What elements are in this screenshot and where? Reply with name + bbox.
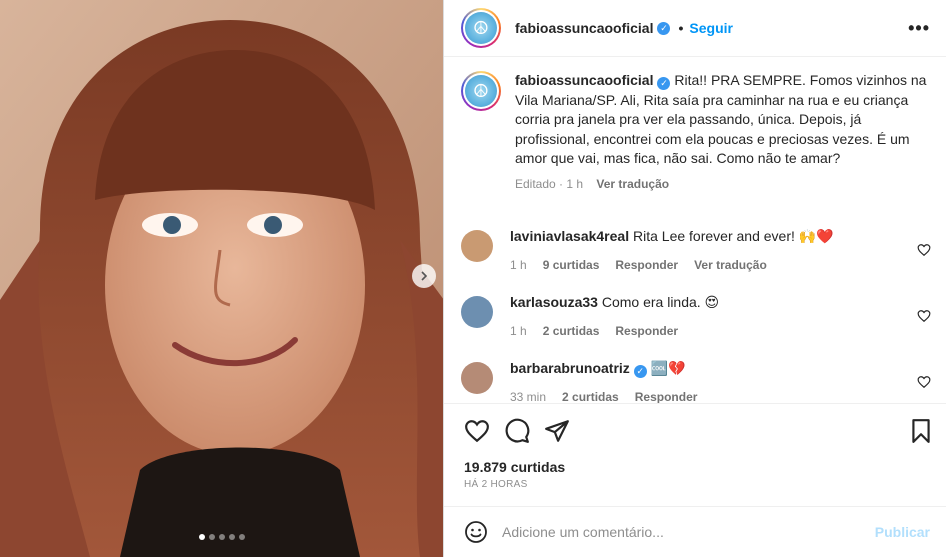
comment-item: laviniavlasak4real Rita Lee forever and …	[461, 227, 931, 275]
avatar[interactable]	[461, 362, 493, 394]
like-comment-heart-icon[interactable]	[917, 243, 931, 257]
publish-button[interactable]: Publicar	[875, 524, 930, 540]
verified-icon: ✓	[657, 77, 671, 90]
post-details-panel: ☮ fabioassuncaooficial ✓ • Seguir ••• ☮ …	[444, 0, 946, 557]
carousel-dot	[239, 534, 245, 540]
share-icon[interactable]	[544, 418, 570, 444]
edited-label: Editado · 1 h	[515, 176, 584, 191]
action-bar	[444, 403, 946, 455]
follow-button[interactable]: Seguir	[689, 20, 733, 36]
comment-text: 🆒💔	[650, 360, 686, 376]
next-slide-button[interactable]	[412, 264, 436, 288]
caption-meta: Editado · 1 h Ver tradução	[515, 175, 931, 195]
comment-username[interactable]: barbarabrunoatriz	[510, 360, 630, 376]
likes-count[interactable]: 19.879 curtidas	[464, 459, 565, 475]
comment-likes[interactable]: 9 curtidas	[543, 256, 600, 275]
portrait-image	[0, 0, 444, 557]
verified-icon: ✓	[633, 365, 647, 378]
caption: ☮ fabioassuncaooficial ✓ Rita!! PRA SEMPR…	[461, 71, 931, 194]
verified-icon: ✓	[657, 21, 671, 35]
comment-username[interactable]: karlasouza33	[510, 294, 598, 310]
carousel-dot	[229, 534, 235, 540]
translate-link[interactable]: Ver tradução	[694, 256, 767, 275]
carousel-dot	[219, 534, 225, 540]
comment-input[interactable]: Adicione um comentário...	[502, 524, 875, 540]
like-comment-heart-icon[interactable]	[917, 375, 931, 389]
comment-likes[interactable]: 2 curtidas	[562, 388, 619, 403]
comment-item: barbarabrunoatriz ✓ 🆒💔 33 min 2 curtidas …	[461, 359, 931, 403]
post-time: HÁ 2 HORAS	[464, 479, 528, 490]
like-comment-heart-icon[interactable]	[917, 309, 931, 323]
post-photo[interactable]	[0, 0, 444, 557]
reply-button[interactable]: Responder	[635, 388, 698, 403]
comment-time: 33 min	[510, 390, 547, 403]
author-username[interactable]: fabioassuncaooficial	[515, 20, 653, 36]
more-options-icon[interactable]: •••	[908, 18, 930, 39]
comment-time: 1 h	[510, 324, 527, 338]
carousel-dot	[209, 534, 215, 540]
comment-username[interactable]: laviniavlasak4real	[510, 228, 629, 244]
avatar[interactable]: ☮	[461, 8, 501, 48]
comment-likes[interactable]: 2 curtidas	[543, 322, 600, 341]
comment-time: 1 h	[510, 258, 527, 272]
caption-username[interactable]: fabioassuncaooficial	[515, 72, 653, 88]
comment-text: Rita Lee forever and ever! 🙌❤️	[633, 228, 834, 244]
add-comment-bar: Adicione um comentário... Publicar	[444, 506, 946, 557]
avatar[interactable]	[461, 230, 493, 262]
comment-text: Como era linda. 😍	[601, 294, 720, 310]
carousel-dot	[199, 534, 205, 540]
post-header: ☮ fabioassuncaooficial ✓ • Seguir •••	[444, 0, 946, 57]
avatar[interactable]	[461, 296, 493, 328]
reply-button[interactable]: Responder	[615, 322, 678, 341]
carousel-dots	[0, 534, 444, 540]
separator: •	[678, 20, 684, 36]
translate-link[interactable]: Ver tradução	[596, 177, 669, 191]
comment-icon[interactable]	[504, 418, 530, 444]
bookmark-icon[interactable]	[908, 418, 934, 444]
heart-icon[interactable]	[464, 418, 490, 444]
comment-item: karlasouza33 Como era linda. 😍 1 h 2 cur…	[461, 293, 931, 341]
avatar[interactable]: ☮	[461, 71, 501, 111]
emoji-icon[interactable]	[464, 520, 488, 544]
reply-button[interactable]: Responder	[615, 256, 678, 275]
comments-scroll-area[interactable]: ☮ fabioassuncaooficial ✓ Rita!! PRA SEMPR…	[444, 57, 946, 403]
chevron-right-icon	[421, 271, 428, 281]
